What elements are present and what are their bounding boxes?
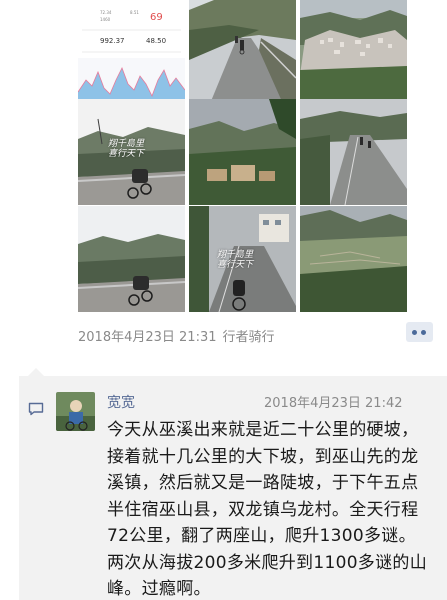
terraced-valley-image bbox=[300, 206, 407, 312]
photo-bike-mountain-1[interactable]: 翔千島里 喜行天下 bbox=[78, 99, 185, 205]
comment-author-name[interactable]: 宽宽 bbox=[107, 392, 135, 412]
avatar-image bbox=[56, 392, 95, 431]
road-photo-image-2 bbox=[300, 99, 407, 205]
photo-caption: 翔千島里 喜行天下 bbox=[217, 250, 254, 270]
photo-bike-road-closeup[interactable]: 翔千島里 喜行天下 bbox=[189, 206, 296, 312]
post-meta: 2018年4月23日 21:31 行者骑行 bbox=[78, 326, 275, 345]
valley-photo-image bbox=[300, 0, 407, 106]
photo-terraced-valley[interactable] bbox=[300, 206, 407, 312]
svg-text:1460: 1460 bbox=[100, 17, 111, 22]
comment-timestamp: 2018年4月23日 21:42 bbox=[264, 396, 403, 411]
post-author-label[interactable]: 行者骑行 bbox=[223, 330, 275, 345]
svg-text:48.50: 48.50 bbox=[146, 37, 166, 45]
village-photo-image bbox=[189, 99, 296, 205]
more-options-button[interactable] bbox=[406, 322, 433, 342]
photo-cycling-stats[interactable]: 69 992.37 48.50 72.34 8.51 1460 bbox=[78, 0, 185, 106]
comment-text: 今天从巫溪出来就是近二十公里的硬坡，接着就十几公里的大下坡，到巫山先的龙溪镇，然… bbox=[107, 420, 428, 599]
photo-mountain-village[interactable] bbox=[189, 99, 296, 205]
photo-grid: 69 992.37 48.50 72.34 8.51 1460 翔千島里 喜行天… bbox=[78, 0, 408, 312]
svg-text:992.37: 992.37 bbox=[100, 37, 125, 45]
photo-caption: 翔千島里 喜行天下 bbox=[108, 139, 145, 159]
svg-text:72.34: 72.34 bbox=[100, 10, 112, 15]
photo-bike-mountain-2[interactable] bbox=[78, 206, 185, 312]
comment-icon bbox=[28, 402, 44, 416]
post-timestamp: 2018年4月23日 21:31 bbox=[78, 330, 217, 345]
svg-text:69: 69 bbox=[150, 12, 163, 23]
dot-icon bbox=[412, 330, 417, 335]
dot-icon bbox=[421, 330, 426, 335]
avatar[interactable] bbox=[56, 392, 95, 431]
svg-text:8.51: 8.51 bbox=[130, 10, 139, 15]
photo-valley-town[interactable] bbox=[300, 0, 407, 106]
stats-chart-image: 69 992.37 48.50 72.34 8.51 1460 bbox=[78, 0, 185, 106]
photo-road-cyclists-1[interactable] bbox=[189, 0, 296, 106]
photo-road-cyclists-2[interactable] bbox=[300, 99, 407, 205]
road-photo-image bbox=[189, 0, 296, 106]
bike-mountain-image-2 bbox=[78, 206, 185, 312]
